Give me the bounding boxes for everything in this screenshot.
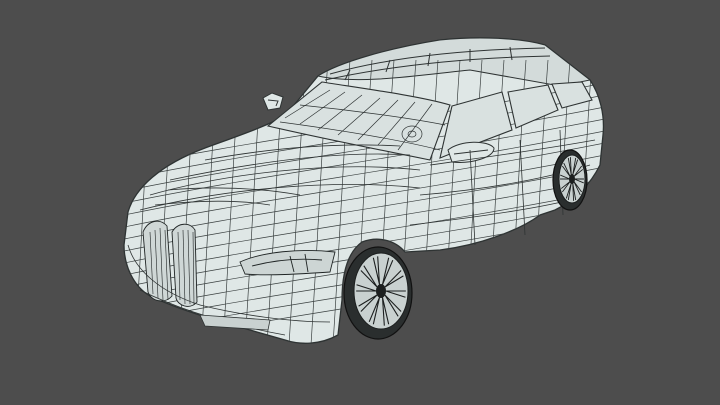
car-wireframe-render: [123, 37, 605, 344]
mesh-edge: [124, 59, 131, 344]
floating-part: [262, 92, 284, 111]
front-wheel: [343, 246, 413, 340]
3d-viewport[interactable]: [0, 0, 720, 405]
rear-wheel: [552, 149, 588, 211]
